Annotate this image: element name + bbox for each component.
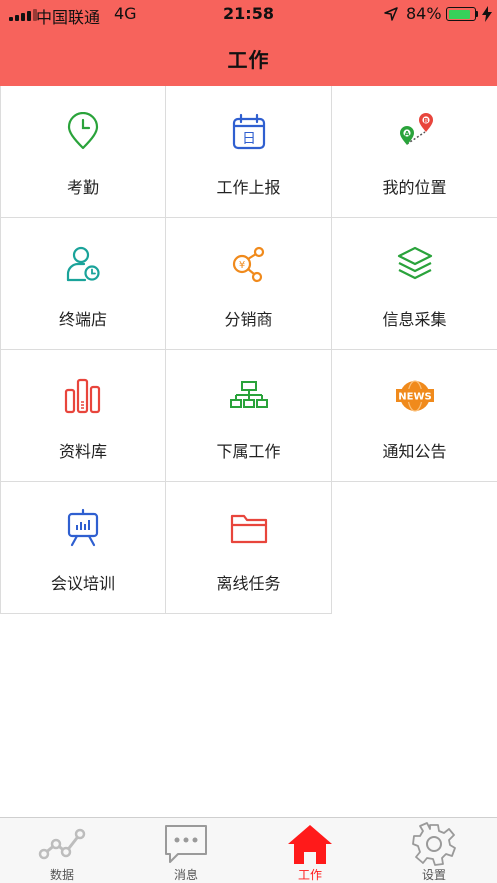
calendar-icon: 日 [229, 112, 269, 152]
library-icon [63, 376, 103, 416]
tile-library[interactable]: 资料库 [0, 350, 166, 482]
tile-label: 离线任务 [216, 574, 281, 593]
battery-percent: 84% [406, 4, 442, 23]
tile-notice[interactable]: NEWS 通知公告 [332, 350, 497, 482]
tile-my-location[interactable]: BA 我的位置 [332, 86, 497, 218]
tile-meeting-training[interactable]: 会议培训 [0, 482, 166, 614]
charging-bolt-icon [482, 6, 492, 26]
tab-data[interactable]: 数据 [0, 818, 124, 883]
map-route-icon: BA [395, 112, 435, 152]
svg-text:NEWS: NEWS [398, 392, 431, 403]
gear-icon [410, 822, 458, 866]
tile-label: 信息采集 [382, 310, 447, 329]
tile-label: 我的位置 [382, 178, 447, 197]
tile-label: 分销商 [224, 310, 273, 329]
tab-work[interactable]: 工作 [248, 818, 372, 883]
page-title: 工作 [227, 48, 270, 72]
tile-subordinate-work[interactable]: 下属工作 [166, 350, 332, 482]
tile-label: 资料库 [58, 442, 107, 461]
layers-icon [395, 244, 435, 284]
tab-messages[interactable]: 消息 [124, 818, 248, 883]
tab-settings[interactable]: 设置 [372, 818, 496, 883]
tab-label: 工作 [297, 868, 322, 882]
tile-label: 通知公告 [382, 442, 447, 461]
status-bar: 中国联通 4G 21:58 84% [0, 0, 497, 28]
news-icon: NEWS [395, 376, 435, 416]
folder-icon [229, 508, 269, 548]
clock-pin-icon [63, 112, 103, 152]
tile-terminal-store[interactable]: 终端店 [0, 218, 166, 350]
chart-line-icon [38, 822, 86, 866]
tile-offline-task[interactable]: 离线任务 [166, 482, 332, 614]
battery-icon [446, 7, 476, 21]
tile-label: 下属工作 [216, 442, 281, 461]
svg-text:A: A [404, 130, 409, 138]
tab-label: 数据 [49, 868, 74, 882]
presentation-icon [63, 508, 103, 548]
home-icon [286, 822, 334, 866]
tile-label: 考勤 [66, 178, 99, 197]
work-grid: 考勤 日 工作上报 BA 我的位置 终端店 ¥ 分销商 信息采集 资料库 下属工… [0, 86, 497, 614]
svg-text:日: 日 [242, 131, 256, 147]
tile-label: 终端店 [58, 310, 107, 329]
tile-attendance[interactable]: 考勤 [0, 86, 166, 218]
tab-label: 消息 [173, 868, 198, 882]
tab-label: 设置 [421, 868, 446, 882]
message-icon [162, 822, 210, 866]
tile-work-report[interactable]: 日 工作上报 [166, 86, 332, 218]
tile-info-collection[interactable]: 信息采集 [332, 218, 497, 350]
svg-text:B: B [423, 117, 428, 125]
tile-distributor[interactable]: ¥ 分销商 [166, 218, 332, 350]
svg-text:¥: ¥ [238, 260, 244, 271]
distributor-icon: ¥ [229, 244, 269, 284]
app-header: 中国联通 4G 21:58 84% 工作 [0, 0, 497, 86]
tile-label: 会议培训 [50, 574, 115, 593]
user-clock-icon [63, 244, 103, 284]
org-chart-icon [229, 376, 269, 416]
location-arrow-icon [384, 6, 398, 25]
tab-bar: 数据 消息 工作 设置 [0, 817, 497, 883]
tile-label: 工作上报 [216, 178, 281, 197]
